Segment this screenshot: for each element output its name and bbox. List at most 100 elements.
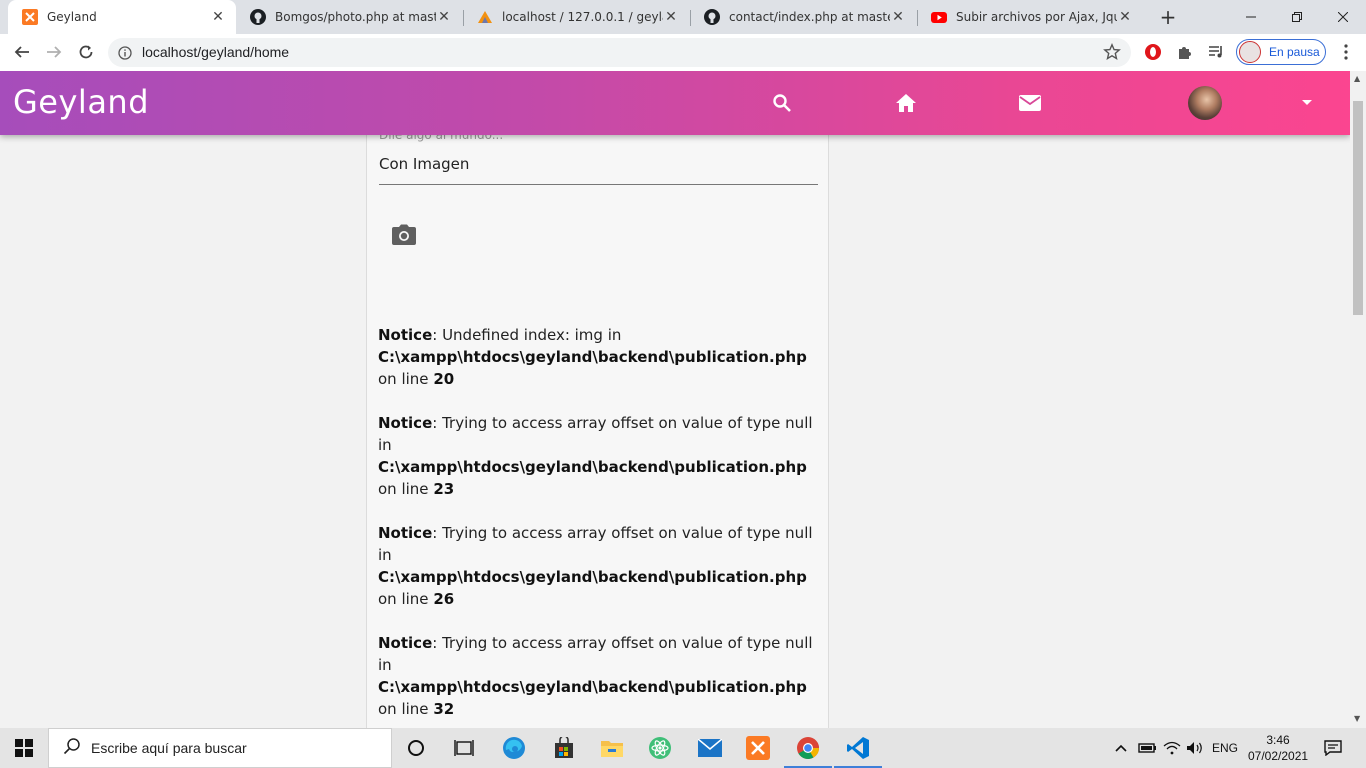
profile-chip[interactable]: En pausa: [1236, 39, 1326, 65]
language-indicator[interactable]: ENG: [1212, 728, 1238, 768]
clock-time: 3:46: [1266, 733, 1290, 747]
vscode-icon[interactable]: [834, 728, 882, 768]
microsoft-store-icon[interactable]: [540, 728, 588, 768]
taskbar-clock[interactable]: 3:46 07/02/2021: [1248, 732, 1308, 764]
notice-message: : Trying to access array offset on value…: [378, 524, 813, 564]
restore-icon[interactable]: [1274, 0, 1320, 34]
notice-message: : Trying to access array offset on value…: [378, 634, 813, 674]
notice-message: : Trying to access array offset on value…: [378, 414, 813, 454]
search-icon[interactable]: [770, 91, 794, 115]
edge-browser-icon[interactable]: [490, 728, 538, 768]
notice-label: Notice: [378, 326, 433, 344]
mail-app-icon[interactable]: [686, 728, 734, 768]
tab-geyland[interactable]: Geyland ✕: [8, 0, 236, 34]
php-notice: Notice: Trying to access array offset on…: [378, 412, 828, 500]
tab-phpmyadmin[interactable]: localhost / 127.0.0.1 / geyland ✕: [463, 0, 689, 34]
atom-editor-icon[interactable]: [636, 728, 684, 768]
notice-line-prefix: on line: [378, 700, 429, 718]
reload-icon[interactable]: [72, 38, 100, 66]
info-icon[interactable]: [118, 45, 132, 64]
forward-arrow-icon[interactable]: [40, 38, 68, 66]
scrollbar-thumb[interactable]: [1353, 101, 1363, 315]
post-input[interactable]: Con Imagen: [379, 155, 469, 173]
phpmyadmin-icon: [477, 9, 493, 25]
notice-line-prefix: on line: [378, 480, 429, 498]
tab-title: localhost / 127.0.0.1 / geyland: [502, 10, 663, 24]
scroll-down-arrow-icon[interactable]: ▼: [1354, 714, 1360, 723]
volume-icon[interactable]: [1186, 728, 1204, 768]
profile-avatar: [1239, 41, 1261, 63]
github-icon: [704, 9, 720, 25]
tab-contact-index[interactable]: contact/index.php at master · B ✕: [690, 0, 916, 34]
battery-icon[interactable]: [1138, 728, 1158, 768]
tab-title: Geyland: [47, 10, 97, 24]
minimize-icon[interactable]: [1228, 0, 1274, 34]
notice-line: 20: [433, 370, 455, 388]
notice-message: : Undefined index: img in: [432, 326, 622, 344]
url-text: localhost/geyland/home: [142, 44, 290, 60]
xampp-icon: [22, 9, 38, 25]
close-tab-icon[interactable]: ✕: [663, 9, 679, 25]
close-tab-icon[interactable]: ✕: [1117, 9, 1133, 25]
cortana-icon[interactable]: [392, 728, 440, 768]
github-icon: [250, 9, 266, 25]
more-menu-icon[interactable]: [1334, 40, 1358, 64]
notice-path: C:\xampp\htdocs\geyland\backend\publicat…: [378, 458, 807, 476]
close-window-icon[interactable]: [1320, 0, 1366, 34]
search-icon: [63, 737, 81, 759]
xampp-icon[interactable]: [734, 728, 782, 768]
tab-youtube-subir[interactable]: Subir archivos por Ajax, Jquery ✕: [917, 0, 1143, 34]
clock-date: 07/02/2021: [1248, 749, 1309, 763]
chrome-icon[interactable]: [784, 728, 832, 768]
page-viewport: Geyland Dile algo al mundo... Con Imagen…: [0, 71, 1350, 728]
new-tab-icon[interactable]: +: [1156, 5, 1180, 29]
opera-extension-icon[interactable]: [1141, 40, 1165, 64]
php-notices: Notice: Undefined index: img in C:\xampp…: [378, 324, 828, 728]
php-notice: Notice: Trying to access array offset on…: [378, 522, 828, 610]
user-avatar[interactable]: [1188, 86, 1222, 120]
windows-start-icon[interactable]: [0, 728, 48, 768]
wifi-icon[interactable]: [1163, 728, 1181, 768]
close-tab-icon[interactable]: ✕: [210, 9, 226, 25]
notifications-icon[interactable]: [1324, 728, 1342, 768]
php-notice: Notice: Undefined index: img in C:\xampp…: [378, 324, 828, 390]
tab-title: contact/index.php at master · B: [729, 10, 890, 24]
notice-path: C:\xampp\htdocs\geyland\backend\publicat…: [378, 348, 807, 366]
notice-line: 23: [433, 480, 455, 498]
brand-logo[interactable]: Geyland: [13, 83, 149, 121]
task-view-icon[interactable]: [440, 728, 488, 768]
browser-toolbar: localhost/geyland/home En pausa: [0, 34, 1366, 71]
notice-label: Notice: [378, 414, 433, 432]
tab-title: Subir archivos por Ajax, Jquery: [956, 10, 1117, 24]
profile-status: En pausa: [1269, 45, 1320, 59]
scroll-up-arrow-icon[interactable]: ▲: [1354, 74, 1360, 83]
extensions-puzzle-icon[interactable]: [1173, 40, 1197, 64]
notice-line: 26: [433, 590, 455, 608]
close-tab-icon[interactable]: ✕: [890, 9, 906, 25]
tab-title: Bomgos/photo.php at master: [275, 10, 436, 24]
youtube-icon: [931, 9, 947, 25]
camera-icon[interactable]: [391, 224, 417, 246]
notice-path: C:\xampp\htdocs\geyland\backend\publicat…: [378, 568, 807, 586]
page-scrollbar[interactable]: ▲ ▼: [1350, 71, 1366, 728]
tray-chevron-up-icon[interactable]: [1114, 728, 1128, 768]
bookmark-star-icon[interactable]: [1103, 43, 1121, 65]
browser-tab-strip: Geyland ✕ Bomgos/photo.php at master ✕ l…: [0, 0, 1366, 34]
app-header: Geyland: [0, 71, 1350, 135]
home-icon[interactable]: [894, 91, 918, 115]
address-bar[interactable]: localhost/geyland/home: [108, 38, 1131, 67]
taskbar-search-placeholder: Escribe aquí para buscar: [91, 740, 247, 756]
notice-label: Notice: [378, 634, 433, 652]
media-queue-icon[interactable]: [1204, 40, 1228, 64]
dropdown-caret-icon[interactable]: [1302, 100, 1312, 105]
notice-line-prefix: on line: [378, 370, 429, 388]
back-arrow-icon[interactable]: [8, 38, 36, 66]
mail-icon[interactable]: [1018, 91, 1042, 115]
windows-taskbar: Escribe aquí para buscar ENG 3:46 07/02/…: [0, 728, 1366, 768]
tab-bomgos-photo[interactable]: Bomgos/photo.php at master ✕: [236, 0, 462, 34]
close-tab-icon[interactable]: ✕: [436, 9, 452, 25]
php-notice: Notice: Trying to access array offset on…: [378, 632, 828, 720]
file-explorer-icon[interactable]: [588, 728, 636, 768]
notice-line-prefix: on line: [378, 590, 429, 608]
taskbar-search-box[interactable]: Escribe aquí para buscar: [48, 728, 392, 768]
